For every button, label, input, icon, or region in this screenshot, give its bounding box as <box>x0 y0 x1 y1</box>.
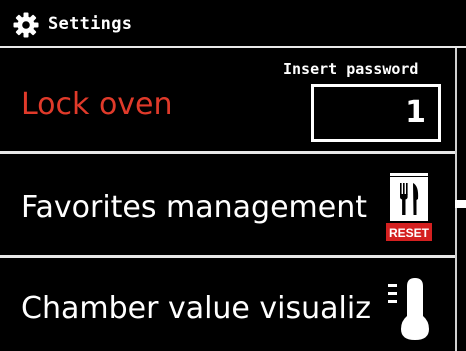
header-bar: Settings <box>0 0 466 48</box>
scrollbar-thumb[interactable] <box>455 200 466 208</box>
gear-icon <box>13 12 39 38</box>
reset-badge: RESET <box>389 226 430 240</box>
password-label: Insert password <box>283 60 419 78</box>
menu-item-lock-oven[interactable]: Lock oven Insert password 1 <box>0 50 455 154</box>
password-value: 1 <box>405 95 426 130</box>
favorites-label: Favorites management <box>21 190 368 225</box>
menu-item-favorites[interactable]: Favorites management RESET <box>0 156 455 258</box>
password-input[interactable]: 1 <box>311 84 441 142</box>
menu-item-chamber-visualization[interactable]: Chamber value visualization <box>0 260 455 351</box>
lock-oven-label: Lock oven <box>21 87 173 122</box>
chamber-label: Chamber value visualization <box>21 291 371 326</box>
thermometer-icon <box>388 278 429 340</box>
fork-knife-reset-icon: RESET <box>386 173 432 241</box>
page-title: Settings <box>48 14 133 34</box>
